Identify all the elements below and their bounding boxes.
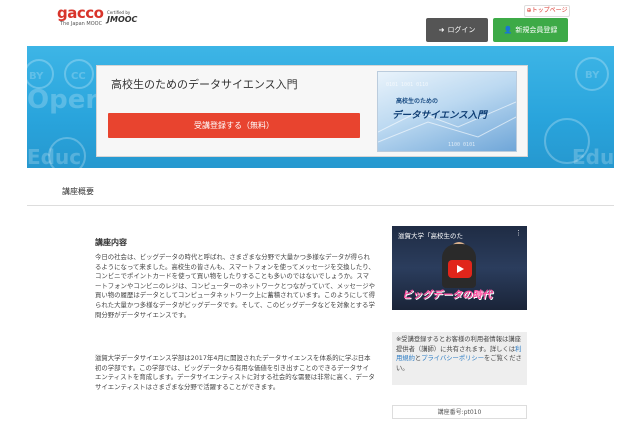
privacy-notice: ※受講登録するとお客様の利用者情報は講座提供者（講師）に共有されます。詳しくは利… (392, 332, 527, 385)
logo-text: gacco (57, 4, 104, 22)
login-icon: ➜ (438, 26, 445, 34)
thumbnail-subtitle: 高校生のための (396, 98, 439, 105)
course-thumbnail: 0101 1001 0110 1100 0101 高校生のための データサイエン… (377, 71, 517, 152)
register-button[interactable]: 👤 新規会員登録 (493, 18, 568, 42)
user-icon: 👤 (503, 26, 513, 34)
enroll-button[interactable]: 受講登録する（無料） (108, 113, 360, 138)
jmooc-logo: Certified by JMOOC (107, 10, 141, 24)
svg-text:Educ: Educ (27, 145, 81, 168)
video-menu-icon[interactable]: ⋮ (515, 229, 522, 237)
login-button[interactable]: ➜ ログイン (426, 18, 488, 42)
gacco-logo[interactable]: gacco The Japan MOOC (57, 4, 104, 28)
course-number: 講座番号:pt010 (392, 405, 527, 419)
course-title: 高校生のためのデータサイエンス入門 (111, 78, 298, 91)
thumbnail-title: データサイエンス入門 (392, 110, 487, 121)
header-bar: gacco The Japan MOOC Certified by JMOOC … (0, 0, 640, 46)
section-divider (27, 205, 614, 206)
svg-text:CC: CC (71, 71, 86, 82)
svg-text:0101 1001 0110: 0101 1001 0110 (386, 82, 428, 88)
register-label: 新規会員登録 (515, 26, 558, 34)
video-caption: ビッグデータの時代 (402, 290, 492, 301)
login-label: ログイン (447, 26, 476, 34)
notice-text: ※受講登録するとお客様の利用者情報は講座提供者（講師）に共有されます。詳しくは (396, 336, 521, 353)
privacy-policy-link[interactable]: プライバシーポリシー (421, 355, 484, 362)
logo-subtitle: The Japan MOOC (60, 21, 103, 27)
toppage-link[interactable]: ⊕トップページ (524, 5, 570, 17)
svg-text:BY: BY (585, 70, 600, 81)
jmooc-logo-text: JMOOC (107, 15, 138, 24)
content-heading: 講座内容 (95, 238, 127, 247)
content-paragraph-2: 滋賀大学データサイエンス学部は2017年4月に開設されたデータサイエンスを体系的… (95, 354, 375, 391)
svg-text:BY: BY (29, 71, 44, 82)
svg-text:Open: Open (27, 85, 104, 115)
svg-text:1100 0101: 1100 0101 (448, 142, 475, 148)
content-paragraph-1: 今日の社会は、ビッグデータの時代と呼ばれ、さまざまな分野で大量かつ多様なデータが… (95, 253, 375, 319)
svg-text:Edu: Edu (572, 145, 614, 168)
intro-video[interactable]: 滋賀大学「高校生のた ⋮ ビッグデータの時代 (392, 226, 527, 310)
video-title[interactable]: 滋賀大学「高校生のた (398, 230, 463, 240)
play-icon[interactable] (448, 260, 472, 278)
section-title: 講座概要 (62, 187, 94, 196)
